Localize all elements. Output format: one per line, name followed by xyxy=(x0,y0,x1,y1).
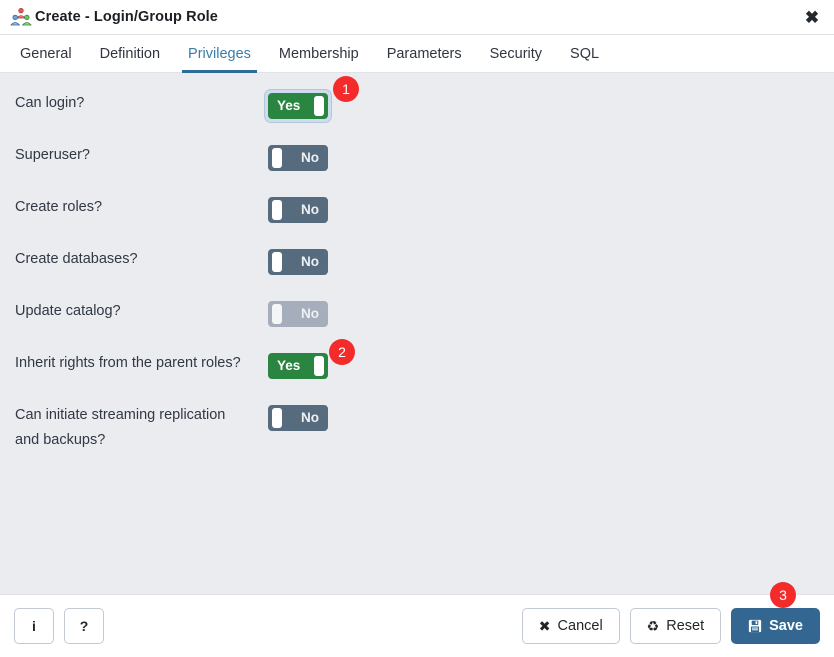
toggle-value-label: No xyxy=(301,410,319,425)
dialog-footer: i ? ✖ Cancel ♻ Reset Save 3 xyxy=(0,582,834,657)
toggle-knob xyxy=(314,356,324,376)
help-button[interactable]: ? xyxy=(64,608,104,644)
tab-label: Privileges xyxy=(188,45,251,62)
cancel-button-label: Cancel xyxy=(557,617,603,634)
tab-security[interactable]: Security xyxy=(476,35,556,72)
privilege-label: Can login? xyxy=(15,95,85,111)
toggle-switch[interactable]: No xyxy=(268,197,328,223)
cancel-button[interactable]: ✖ Cancel xyxy=(521,608,620,644)
toggle-switch[interactable]: No xyxy=(268,249,328,275)
toggle-switch[interactable]: Yes xyxy=(268,353,328,379)
save-button-label: Save xyxy=(769,617,803,634)
privilege-label: Create roles? xyxy=(15,199,103,215)
close-x-icon: ✖ xyxy=(538,618,551,634)
toggle-value-label: No xyxy=(301,150,319,165)
privileges-panel: Can login? Yes 1 Superuser? No Create roles? N… xyxy=(0,73,834,594)
close-icon[interactable]: ✖ xyxy=(800,5,824,29)
privilege-control: No xyxy=(265,399,834,434)
tab-label: General xyxy=(20,45,72,62)
tab-parameters[interactable]: Parameters xyxy=(373,35,476,72)
toggle-value-label: Yes xyxy=(277,358,301,373)
toggle-wrapper: No xyxy=(265,194,331,226)
toggle-knob xyxy=(314,96,324,116)
step-badge-2: 2 xyxy=(329,339,355,365)
footer-left-actions: i ? xyxy=(14,608,104,644)
privilege-label: Create databases? xyxy=(15,251,138,267)
login-group-role-icon xyxy=(10,7,32,26)
toggle-knob xyxy=(272,304,282,324)
dialog-titlebar: Create - Login/Group Role ✖ xyxy=(0,0,834,35)
tab-privileges[interactable]: Privileges xyxy=(174,35,265,73)
toggle-wrapper: No xyxy=(265,246,331,278)
tab-label: Definition xyxy=(99,45,161,62)
toggle-knob xyxy=(272,252,282,272)
step-badge-3: 3 xyxy=(770,582,796,608)
dialog-title: Create - Login/Group Role xyxy=(35,9,218,25)
tab-label: Membership xyxy=(278,45,359,62)
privilege-control: No xyxy=(265,139,834,174)
toggle-value-label: No xyxy=(301,254,319,269)
tab-definition[interactable]: Definition xyxy=(86,35,174,72)
tab-label: Parameters xyxy=(386,45,462,62)
question-mark-icon: ? xyxy=(79,618,89,634)
privilege-label: Superuser? xyxy=(15,147,90,163)
toggle-wrapper: No xyxy=(265,298,331,330)
reset-button[interactable]: ♻ Reset xyxy=(629,608,722,644)
toggle-switch[interactable]: No xyxy=(268,405,328,431)
info-button[interactable]: i xyxy=(14,608,54,644)
floppy-disk-icon xyxy=(748,619,762,633)
tab-membership[interactable]: Membership xyxy=(265,35,373,72)
toggle-switch[interactable]: No xyxy=(268,145,328,171)
save-button[interactable]: Save xyxy=(731,608,820,644)
tab-label: SQL xyxy=(570,45,600,62)
privilege-row: Update catalog? No xyxy=(0,295,834,341)
tab-label: Security xyxy=(489,45,543,62)
tab-general[interactable]: General xyxy=(6,35,86,72)
privilege-row: Can login? Yes 1 xyxy=(0,76,834,133)
toggle-knob xyxy=(272,408,282,428)
toggle-wrapper: No xyxy=(265,402,331,434)
reset-button-label: Reset xyxy=(666,617,705,634)
privilege-control: Yes 2 xyxy=(265,339,834,382)
footer-right-actions: ✖ Cancel ♻ Reset Save xyxy=(521,608,820,644)
info-icon: i xyxy=(32,618,36,634)
privilege-label: Update catalog? xyxy=(15,303,121,319)
recycle-icon: ♻ xyxy=(646,618,660,634)
privilege-row: Superuser? No xyxy=(0,139,834,185)
toggle-knob xyxy=(272,200,282,220)
privilege-row: Create databases? No xyxy=(0,243,834,289)
toggle-value-label: Yes xyxy=(277,98,301,113)
tab-bar: General Definition Privileges Membership Par… xyxy=(0,35,834,73)
toggle-wrapper: No xyxy=(265,142,331,174)
tab-sql[interactable]: SQL xyxy=(556,35,613,72)
privilege-label: Inherit rights from the parent roles? xyxy=(15,355,241,371)
privilege-control: No xyxy=(265,295,834,330)
toggle-switch: No xyxy=(268,301,328,327)
toggle-switch[interactable]: Yes xyxy=(268,93,328,119)
privilege-row: Can initiate streaming replication and b… xyxy=(0,399,834,453)
create-login-group-role-dialog: Create - Login/Group Role ✖ General Defin… xyxy=(0,0,834,657)
privilege-control: Yes 1 xyxy=(265,76,834,122)
toggle-wrapper: Yes xyxy=(265,350,331,382)
toggle-knob xyxy=(272,148,282,168)
step-badge-1: 1 xyxy=(333,76,359,102)
privilege-row: Inherit rights from the parent roles? Yes… xyxy=(0,339,834,393)
privilege-row: Create roles? No xyxy=(0,191,834,237)
toggle-value-label: No xyxy=(301,306,319,321)
privilege-label: Can initiate streaming replication and b… xyxy=(15,407,226,448)
toggle-value-label: No xyxy=(301,202,319,217)
toggle-wrapper: Yes xyxy=(265,90,331,122)
privilege-control: No xyxy=(265,243,834,278)
privilege-control: No xyxy=(265,191,834,226)
